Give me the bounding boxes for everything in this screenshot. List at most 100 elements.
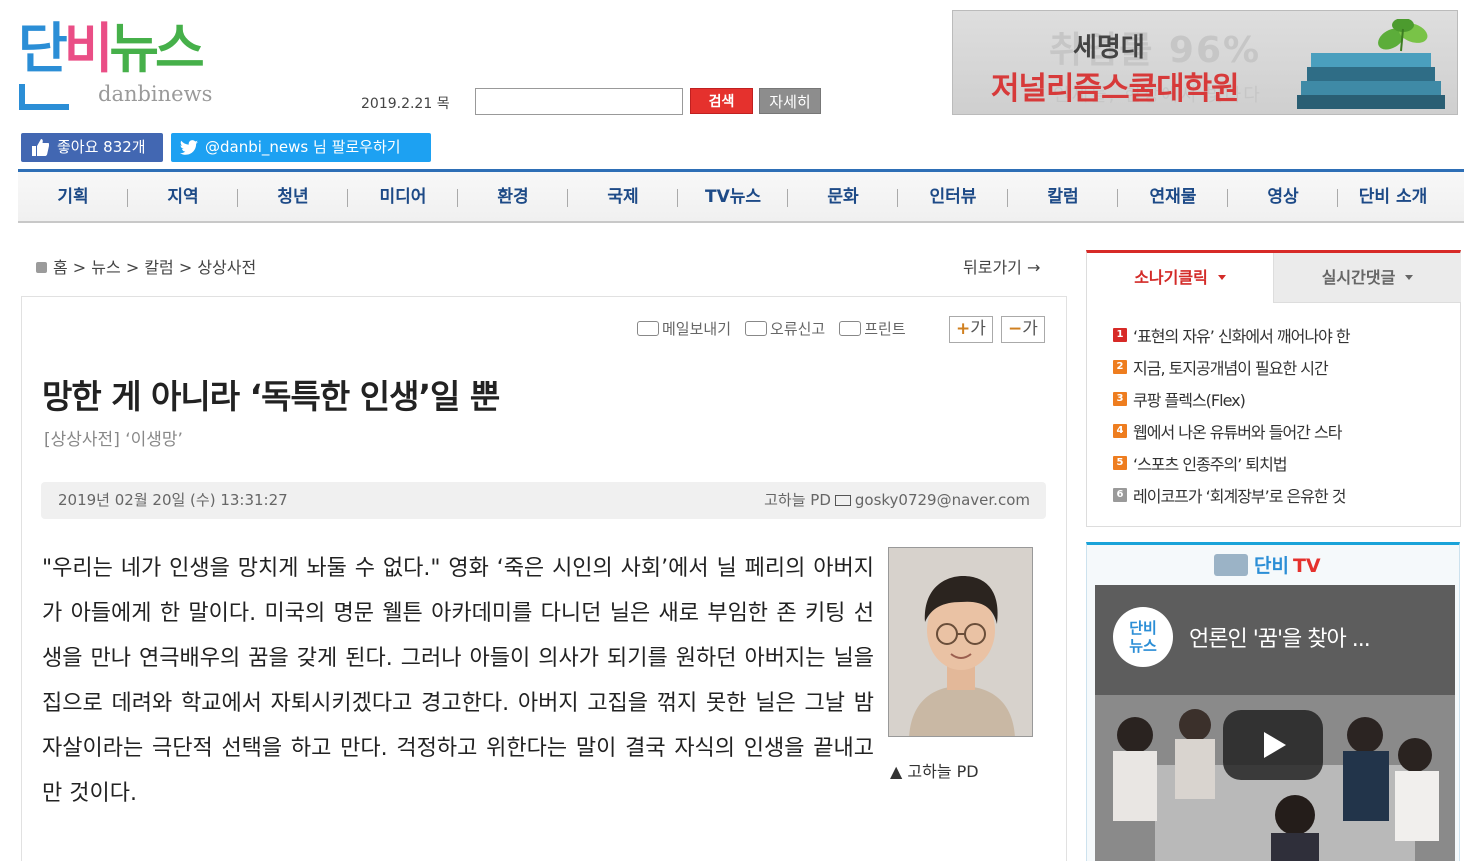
logo-char-2: 비 <box>63 17 114 80</box>
video-player[interactable]: 단비 뉴스 언론인 '꿈'을 찾아 ... <box>1095 585 1455 861</box>
list-item[interactable]: 4 웹에서 나온 유튜버와 들어간 스타 <box>1113 415 1350 447</box>
logo-decoration <box>19 84 69 110</box>
banner-line-2: 저널리즘스쿨대학원 <box>991 71 1240 107</box>
article-subtitle: [상상사전] ‘이생망’ <box>44 430 183 450</box>
article-tools: 메일보내기 오류신고 프린트 <box>637 318 920 339</box>
banner-line-1: 세명대 <box>1073 33 1145 63</box>
tab-popular-label: 소나기클릭 <box>1134 268 1208 287</box>
nav-item-region[interactable]: 지역 <box>128 172 238 221</box>
tv-logo-tv: TV <box>1292 555 1321 577</box>
article-byline: 고하늘 PD gosky0729@naver.com <box>764 482 1030 519</box>
list-item[interactable]: 1 ‘표현의 자유’ 신화에서 깨어나야 한 <box>1113 319 1351 351</box>
minus-icon: − <box>1008 319 1023 339</box>
nav-item-about[interactable]: 단비 소개 <box>1338 172 1448 221</box>
back-link[interactable]: 뒤로가기 → <box>963 254 1040 278</box>
font-decrease-label: 가 <box>1022 319 1038 339</box>
ranking-item-title: 레이코프가 ‘회계장부’로 은유한 것 <box>1133 487 1347 506</box>
search-input[interactable] <box>475 88 683 115</box>
ranking-item-title: ‘스포츠 인종주의’ 퇴치법 <box>1133 455 1288 474</box>
portrait-image <box>889 548 1032 736</box>
author-photo <box>888 547 1033 737</box>
logo-subtitle: danbinews <box>98 82 213 106</box>
article-body: "우리는 네가 인생을 망치게 놔둘 수 없다." 영화 ‘죽은 시인의 사회’… <box>42 556 874 806</box>
tab-live-comments[interactable]: 실시간댓글 <box>1273 253 1461 303</box>
facebook-like-button[interactable]: 좋아요 832개 <box>21 133 163 162</box>
twitter-bird-icon <box>180 140 198 155</box>
rank-number-badge: 5 <box>1113 456 1127 470</box>
report-tool[interactable]: 오류신고 <box>745 318 825 339</box>
breadcrumb: 홈 > 뉴스 > 칼럼 > 상상사전 <box>36 254 256 278</box>
list-item[interactable]: 5 ‘스포츠 인종주의’ 퇴치법 <box>1113 447 1350 479</box>
main-nav: 기획 지역 청년 미디어 환경 국제 TV뉴스 문화 인터뷰 칼럼 연재물 영상… <box>18 169 1464 223</box>
detail-search-button[interactable]: 자세히 <box>759 88 821 114</box>
email-tool[interactable]: 메일보내기 <box>637 318 731 339</box>
caret-down-icon <box>1217 275 1226 280</box>
tv-logo: 단비 TV <box>1214 551 1321 578</box>
ranking-item-title: ‘표현의 자유’ 신화에서 깨어나야 한 <box>1133 327 1351 346</box>
thumbs-up-icon <box>32 139 49 156</box>
ranking-item-title: 쿠팡 플렉스(Flex) <box>1133 391 1246 410</box>
author-email[interactable]: gosky0729@naver.com <box>855 491 1030 509</box>
danbi-tv-box: 단비 TV 단비 뉴스 언론인 '꿈'을 찾아 ... <box>1086 542 1460 861</box>
nav-item-planning[interactable]: 기획 <box>18 172 128 221</box>
current-date: 2019.2.21 목 <box>361 96 450 112</box>
rank-number-badge: 1 <box>1113 328 1127 342</box>
play-button-icon[interactable] <box>1223 710 1323 780</box>
home-icon <box>36 262 47 273</box>
nav-item-tv-news[interactable]: TV뉴스 <box>678 172 788 221</box>
font-decrease-button[interactable]: −가 <box>1001 316 1045 343</box>
tv-logo-main: 단비 <box>1254 555 1289 577</box>
nav-item-international[interactable]: 국제 <box>568 172 678 221</box>
article-meta: 2019년 02월 20일 (수) 13:31:27 고하늘 PD gosky07… <box>41 482 1046 519</box>
font-increase-button[interactable]: +가 <box>949 316 993 343</box>
breadcrumb-path[interactable]: 홈 > 뉴스 > 칼럼 > 상상사전 <box>53 258 256 277</box>
nav-item-media[interactable]: 미디어 <box>348 172 458 221</box>
ranking-list: 1 ‘표현의 자유’ 신화에서 깨어나야 한 2 지금, 토지공개념이 필요한 시간… <box>1113 319 1351 511</box>
facebook-like-label: 좋아요 832개 <box>57 138 146 156</box>
envelope-icon <box>834 495 851 506</box>
nav-item-series[interactable]: 연재물 <box>1118 172 1228 221</box>
nav-item-environment[interactable]: 환경 <box>458 172 568 221</box>
nav-item-youth[interactable]: 청년 <box>238 172 348 221</box>
rank-number-badge: 4 <box>1113 424 1127 438</box>
back-label: 뒤로가기 <box>963 258 1022 277</box>
channel-logo: 단비 뉴스 <box>1113 607 1173 667</box>
printer-icon <box>839 321 862 336</box>
nav-item-interview[interactable]: 인터뷰 <box>898 172 1008 221</box>
video-title[interactable]: 언론인 '꿈'을 찾아 ... <box>1189 621 1371 653</box>
site-logo[interactable]: 단비뉴스 danbinews <box>18 18 248 113</box>
mail-icon <box>637 321 659 336</box>
nav-item-column[interactable]: 칼럼 <box>1008 172 1118 221</box>
logo-char-1: 단 <box>18 17 68 80</box>
logo-char-3: 뉴스 <box>109 17 204 80</box>
alarm-icon <box>745 321 768 336</box>
nav-item-video[interactable]: 영상 <box>1228 172 1338 221</box>
list-item[interactable]: 3 쿠팡 플렉스(Flex) <box>1113 383 1350 415</box>
nav-item-culture[interactable]: 문화 <box>788 172 898 221</box>
email-tool-label: 메일보내기 <box>662 320 732 338</box>
list-item[interactable]: 2 지금, 토지공개념이 필요한 시간 <box>1113 351 1350 383</box>
tab-popular[interactable]: 소나기클릭 <box>1087 253 1273 303</box>
logo-wordmark: 단비뉴스 <box>18 17 205 80</box>
rank-number-badge: 2 <box>1113 360 1127 374</box>
caret-down-icon <box>1405 275 1414 280</box>
list-item[interactable]: 6 레이코프가 ‘회계장부’로 은유한 것 <box>1113 479 1350 511</box>
plus-icon: + <box>956 319 971 339</box>
font-increase-label: 가 <box>970 319 986 339</box>
tab-live-comments-label: 실시간댓글 <box>1321 268 1396 287</box>
twitter-follow-label: @danbi_news 님 팔로우하기 <box>205 138 401 156</box>
author-name: 고하늘 PD <box>764 491 831 509</box>
article-datetime: 2019년 02월 20일 (수) 13:31:27 <box>58 491 288 509</box>
ad-banner[interactable]: 취업률 96% 인재들, 현장에서 빛나다 세명대 저널리즘스쿨대학원 <box>952 10 1458 115</box>
article-title: 망한 게 아니라 ‘독특한 인생’일 뿐 <box>42 377 500 416</box>
ranking-item-title: 지금, 토지공개념이 필요한 시간 <box>1133 359 1329 378</box>
print-tool[interactable]: 프린트 <box>839 318 906 339</box>
photo-caption: ▲ 고하늘 PD <box>890 762 979 781</box>
ranking-box: 소나기클릭 실시간댓글 1 ‘표현의 자유’ 신화에서 깨어나야 한 2 지금, 토… <box>1086 250 1461 527</box>
rank-number-badge: 3 <box>1113 392 1127 406</box>
print-tool-label: 프린트 <box>864 320 906 338</box>
search-button[interactable]: 검색 <box>690 88 753 114</box>
arrow-right-icon: → <box>1026 258 1041 277</box>
report-tool-label: 오류신고 <box>770 320 826 338</box>
twitter-follow-button[interactable]: @danbi_news 님 팔로우하기 <box>171 133 431 162</box>
